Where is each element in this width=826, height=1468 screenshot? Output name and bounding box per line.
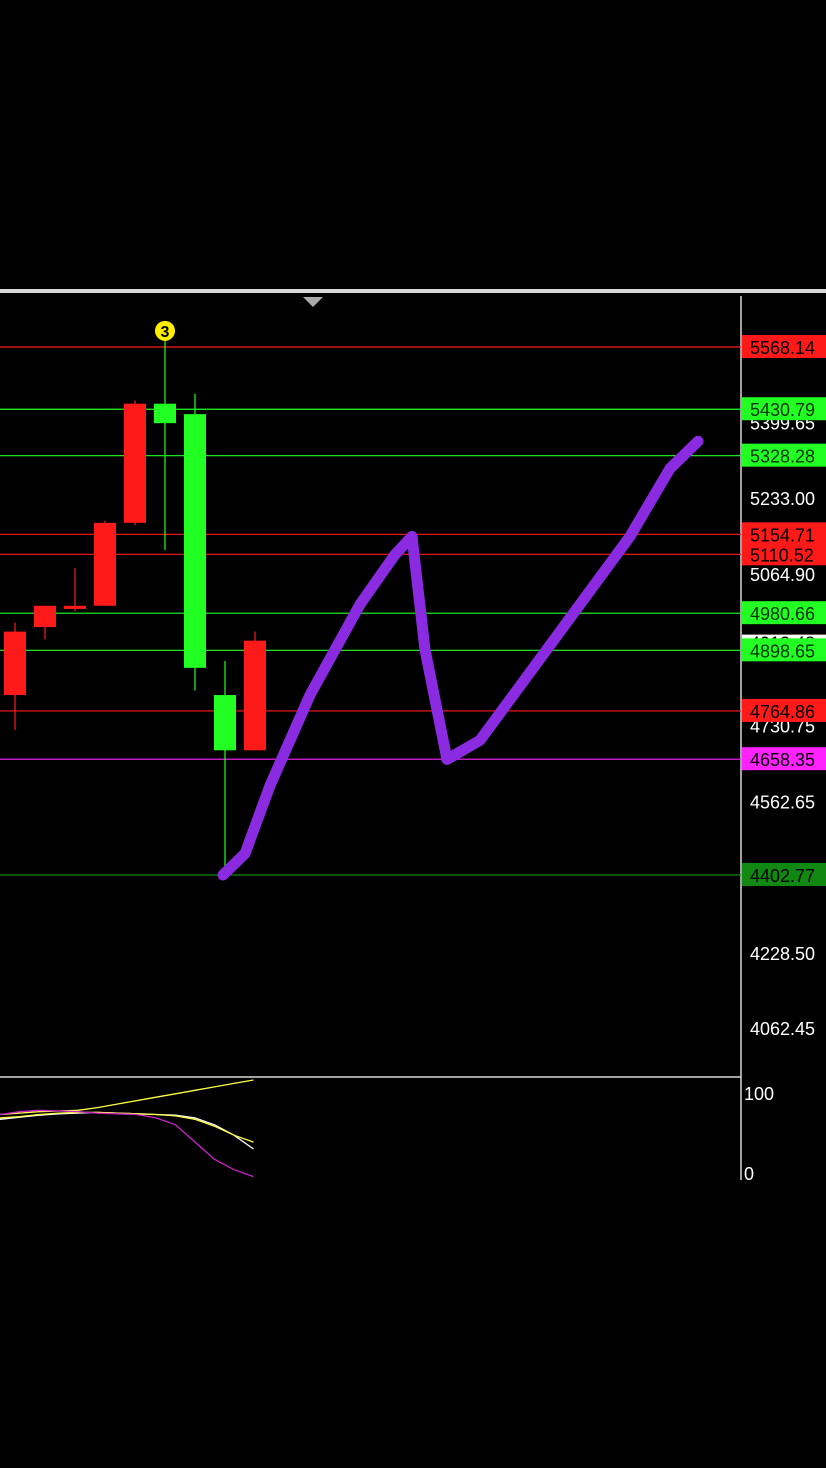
level-price-label: 5430.79 [750,400,815,420]
price-tick-label: 5064.90 [750,565,815,585]
candle-body [184,414,206,668]
level-price-label: 5154.71 [750,525,815,545]
price-tick-label: 4562.65 [750,793,815,813]
candle-body [64,605,86,609]
level-price-label: 4402.77 [750,866,815,886]
indicator-tick-label: 100 [744,1084,774,1104]
price-tick-label: 5233.00 [750,489,815,509]
indicator-line [0,1079,254,1116]
level-price-label: 5328.28 [750,447,815,467]
level-price-label: 5110.52 [750,545,814,565]
candle-body [34,605,56,628]
level-price-label: 4980.66 [750,604,815,624]
candle-body [124,403,146,523]
signal-marker-label: 3 [161,324,170,341]
price-tick-label: 4062.45 [750,1019,815,1039]
indicator-line [0,1109,254,1178]
level-price-label: 4898.65 [750,641,815,661]
candle-body [244,640,266,751]
level-price-label: 5568.14 [750,338,815,358]
price-tick-label: 4228.50 [750,944,815,964]
scroll-marker-icon[interactable] [303,297,323,307]
candle-body [4,631,26,696]
candle-body [94,522,116,606]
candle-body [214,695,236,751]
indicator-tick-label: 0 [744,1164,754,1184]
level-price-label: 4764.86 [750,702,815,722]
drawn-projection-path [217,435,704,881]
candle-body [154,403,176,424]
indicator-line [0,1111,254,1150]
price-chart[interactable]: 5233.005064.904562.654228.504062.455399.… [0,0,826,1468]
indicator-line [0,1111,254,1143]
level-price-label: 4658.35 [750,750,815,770]
